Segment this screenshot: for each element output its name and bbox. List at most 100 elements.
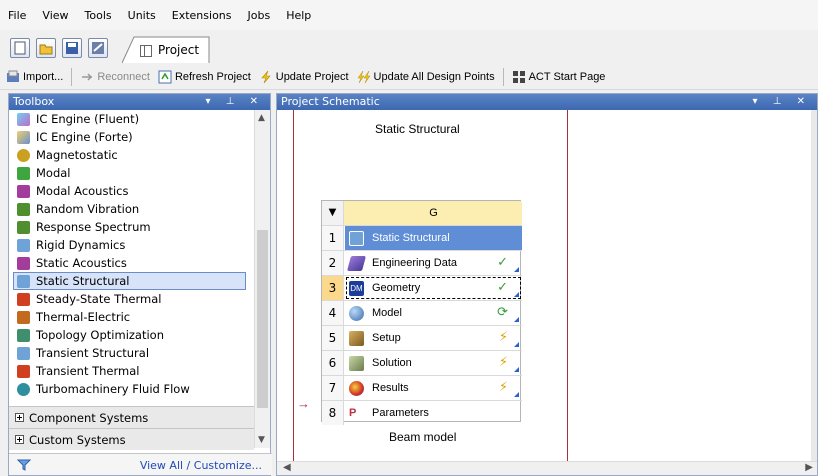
toolbox-item[interactable]: IC Engine (Forte) bbox=[9, 128, 254, 146]
toolbox-panel: Toolbox ▾ ⊥ ✕ IC Engine (Fluent) IC Engi… bbox=[8, 93, 272, 476]
toolbox-item[interactable]: Modal Acoustics bbox=[9, 182, 254, 200]
new-project-button[interactable] bbox=[10, 38, 30, 58]
tab-project[interactable]: Project bbox=[122, 36, 210, 64]
menu-units[interactable]: Units bbox=[128, 9, 156, 22]
schematic-horizontal-scrollbar[interactable]: ◀ ▶ bbox=[277, 461, 817, 475]
system-menu-icon[interactable]: ▼ bbox=[322, 201, 344, 225]
system-title-row[interactable]: 1 Static Structural bbox=[322, 226, 522, 251]
system-name: Static Structural bbox=[372, 232, 450, 244]
update-project-button[interactable]: Update Project bbox=[259, 70, 349, 84]
topology-optimization-icon bbox=[17, 328, 30, 342]
results-icon bbox=[349, 380, 364, 396]
cell-label: Parameters bbox=[372, 407, 429, 419]
toolbox-item-selected[interactable]: Static Structural bbox=[13, 272, 246, 290]
menu-view[interactable]: View bbox=[42, 9, 68, 22]
custom-systems-group[interactable]: Custom Systems bbox=[9, 428, 254, 450]
update-all-design-points-label: Update All Design Points bbox=[373, 70, 495, 83]
refresh-project-button[interactable]: Refresh Project bbox=[158, 70, 251, 84]
cell-content: Engineering Data bbox=[345, 251, 522, 275]
toolbox-item[interactable]: IC Engine (Fluent) bbox=[9, 110, 254, 128]
toolbox-item[interactable]: Steady-State Thermal bbox=[9, 290, 254, 308]
open-project-button[interactable] bbox=[36, 38, 56, 58]
import-icon bbox=[7, 70, 19, 82]
toolbox-item[interactable]: Magnetostatic bbox=[9, 146, 254, 164]
toolbox-item[interactable]: Random Vibration bbox=[9, 200, 254, 218]
toolbox-item-label: IC Engine (Forte) bbox=[36, 130, 133, 144]
component-systems-group[interactable]: Component Systems bbox=[9, 406, 254, 428]
link-line bbox=[293, 110, 294, 462]
reconnect-label: Reconnect bbox=[97, 70, 150, 83]
toolbox-item[interactable]: Transient Structural bbox=[9, 344, 254, 362]
row-number: 8 bbox=[322, 401, 344, 425]
toolbox-item[interactable]: Response Spectrum bbox=[9, 218, 254, 236]
refresh-project-label: Refresh Project bbox=[174, 70, 251, 83]
cell-results[interactable]: 7 Results ⚡ bbox=[322, 376, 522, 401]
toolbox-item-label: Magnetostatic bbox=[36, 148, 118, 162]
toolbox-item[interactable]: Transient Thermal bbox=[9, 362, 254, 380]
toolbox-item-label: IC Engine (Fluent) bbox=[36, 112, 140, 126]
response-spectrum-icon bbox=[17, 220, 30, 234]
cell-solution[interactable]: 6 Solution ⚡ bbox=[322, 351, 522, 376]
cell-content: P Parameters bbox=[345, 401, 522, 425]
panel-controls[interactable]: ▾ ⊥ ✕ bbox=[206, 94, 264, 110]
toolbox-item-label: Static Structural bbox=[36, 274, 130, 288]
group-label: Custom Systems bbox=[29, 432, 126, 447]
toolbox-item[interactable]: Rigid Dynamics bbox=[9, 236, 254, 254]
toolbox-item[interactable]: Static Acoustics bbox=[9, 254, 254, 272]
reconnect-icon bbox=[82, 72, 93, 81]
filter-icon[interactable] bbox=[17, 458, 31, 472]
menu-help[interactable]: Help bbox=[286, 9, 311, 22]
system-block-g[interactable]: ▼ G 1 Static Structural 2 Engineering Da… bbox=[321, 200, 522, 425]
toolbox-item[interactable]: Turbomachinery Fluid Flow bbox=[9, 380, 254, 398]
toolbox-item[interactable]: Topology Optimization bbox=[9, 326, 254, 344]
scroll-up-icon[interactable]: ▲ bbox=[258, 113, 265, 123]
toolbox-item[interactable]: Thermal-Electric bbox=[9, 308, 254, 326]
panel-controls[interactable]: ▾ ⊥ ✕ bbox=[753, 94, 811, 110]
cell-label: Engineering Data bbox=[372, 257, 458, 269]
act-start-page-label: ACT Start Page bbox=[528, 70, 606, 83]
refresh-required-icon: ⟳ bbox=[497, 305, 508, 320]
document-toolbar: Project bbox=[0, 30, 818, 64]
save-as-button[interactable] bbox=[88, 38, 108, 58]
view-all-customize-link[interactable]: View All / Customize... bbox=[140, 459, 262, 472]
cell-content: Setup bbox=[345, 326, 522, 350]
project-schematic-panel: Project Schematic ▾ ⊥ ✕ Static Structura… bbox=[276, 93, 818, 476]
cell-model[interactable]: 4 Model ⟳ bbox=[322, 301, 522, 326]
upper-system-caption[interactable]: Static Structural bbox=[375, 122, 460, 136]
act-start-page-button[interactable]: ACT Start Page bbox=[512, 70, 606, 84]
up-to-date-check-icon: ✓ bbox=[497, 280, 508, 295]
menu-jobs[interactable]: Jobs bbox=[248, 9, 271, 22]
save-project-button[interactable] bbox=[62, 38, 82, 58]
menu-extensions[interactable]: Extensions bbox=[172, 9, 232, 22]
expand-icon bbox=[15, 435, 24, 444]
toolbox-list: IC Engine (Fluent) IC Engine (Forte) Mag… bbox=[9, 110, 254, 404]
menu-tools[interactable]: Tools bbox=[85, 9, 112, 22]
toolbox-scrollbar[interactable]: ▲ ▼ bbox=[254, 110, 270, 448]
reconnect-button[interactable]: Reconnect bbox=[80, 70, 150, 84]
transient-thermal-icon bbox=[17, 364, 30, 378]
cell-geometry[interactable]: 3 DM Geometry ✓ bbox=[322, 276, 522, 301]
scroll-left-icon[interactable]: ◀ bbox=[283, 462, 291, 473]
schematic-title: Project Schematic bbox=[281, 95, 380, 108]
update-all-design-points-button[interactable]: Update All Design Points bbox=[357, 70, 495, 84]
scrollbar-thumb[interactable] bbox=[257, 230, 268, 408]
schematic-vertical-scrollbar[interactable] bbox=[811, 110, 817, 462]
cell-label: Model bbox=[372, 307, 402, 319]
parameters-icon: P bbox=[349, 406, 357, 419]
link-line bbox=[567, 110, 568, 462]
import-button[interactable]: Import... bbox=[6, 70, 63, 84]
group-label: Component Systems bbox=[29, 410, 149, 425]
toolbox-item-label: Response Spectrum bbox=[36, 220, 151, 234]
row-number: 7 bbox=[322, 376, 344, 400]
cell-content: Results bbox=[345, 376, 522, 400]
cell-engineering-data[interactable]: 2 Engineering Data ✓ bbox=[322, 251, 522, 276]
engineering-data-icon bbox=[346, 255, 367, 271]
cell-label: Setup bbox=[372, 332, 401, 344]
scroll-down-icon[interactable]: ▼ bbox=[258, 435, 265, 445]
menu-file[interactable]: File bbox=[8, 9, 26, 22]
system-caption[interactable]: Beam model bbox=[389, 430, 456, 444]
cell-setup[interactable]: 5 Setup ⚡ bbox=[322, 326, 522, 351]
toolbox-item[interactable]: Modal bbox=[9, 164, 254, 182]
scroll-right-icon[interactable]: ▶ bbox=[805, 462, 813, 473]
cell-parameters[interactable]: 8 P Parameters bbox=[322, 401, 522, 426]
